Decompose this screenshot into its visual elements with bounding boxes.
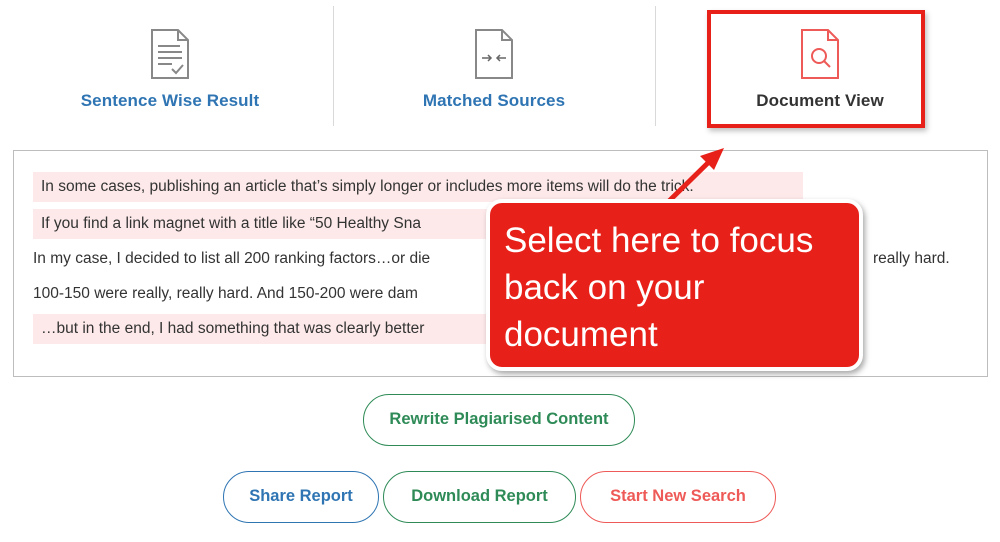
tab-divider xyxy=(655,6,656,126)
document-line-highlighted: In some cases, publishing an article tha… xyxy=(33,172,803,202)
start-new-search-button[interactable]: Start New Search xyxy=(580,471,776,523)
document-line: really hard. xyxy=(873,250,950,267)
document-compare-icon xyxy=(472,28,516,80)
document-line-highlighted: …but in the end, I had something that wa… xyxy=(33,314,493,344)
document-line: 100-150 were really, really hard. And 15… xyxy=(33,285,418,302)
document-check-icon xyxy=(148,28,192,80)
annotation-callout: Select here to focus back on your docume… xyxy=(486,199,863,371)
download-report-button[interactable]: Download Report xyxy=(383,471,576,523)
tab-label: Matched Sources xyxy=(422,91,566,110)
tab-matched-sources[interactable]: Matched Sources xyxy=(335,0,653,130)
share-report-button[interactable]: Share Report xyxy=(223,471,379,523)
tab-sentence-wise-result[interactable]: Sentence Wise Result xyxy=(10,0,330,130)
document-line: In my case, I decided to list all 200 ra… xyxy=(33,250,431,267)
tab-label: Sentence Wise Result xyxy=(80,91,260,110)
document-line-highlighted: If you find a link magnet with a title l… xyxy=(33,209,493,239)
tab-divider xyxy=(333,6,334,126)
rewrite-plagiarised-content-button[interactable]: Rewrite Plagiarised Content xyxy=(363,394,635,446)
document-view-highlight-frame xyxy=(707,10,925,128)
